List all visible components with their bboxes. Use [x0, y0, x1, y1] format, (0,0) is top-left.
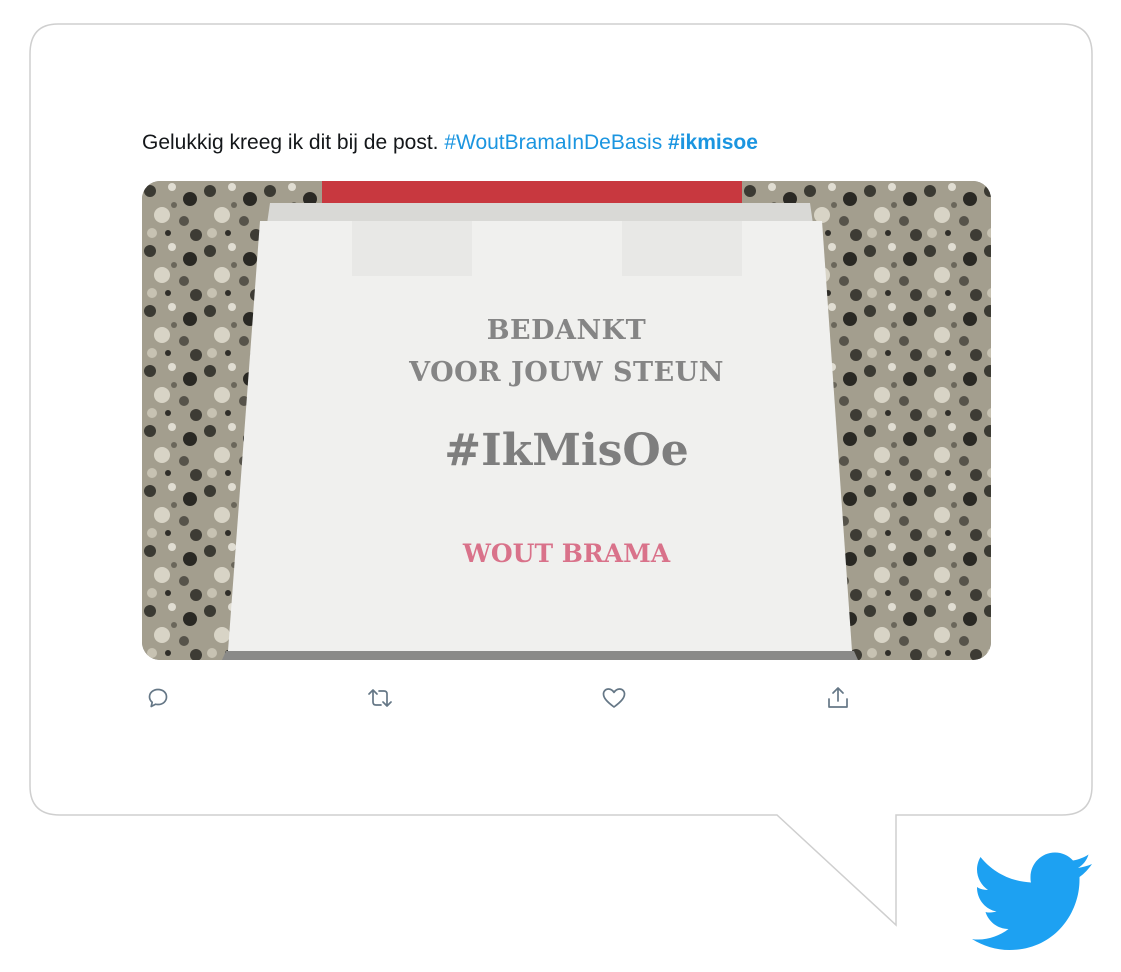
card-line-2: VOOR JOUW STEUN	[409, 357, 724, 388]
twitter-bird-icon	[972, 852, 1092, 950]
tweet-media-photo[interactable]: BEDANKT VOOR JOUW STEUN #IkMisOe WOUT BR…	[142, 181, 991, 660]
granite-background	[142, 181, 991, 660]
reply-icon	[148, 688, 168, 708]
reply-button[interactable]	[140, 680, 176, 716]
tweet-body: Gelukkig kreeg ik dit bij de post.	[142, 131, 439, 154]
tweet-text: Gelukkig kreeg ik dit bij de post. #Wout…	[142, 128, 1022, 158]
card-signature: WOUT BRAMA	[462, 539, 671, 568]
hashtag-link[interactable]: #WoutBramaInDeBasis	[444, 131, 662, 154]
retweet-button[interactable]	[362, 680, 398, 716]
share-button[interactable]	[820, 680, 856, 716]
share-icon	[828, 687, 848, 708]
card-line-1: BEDANKT	[486, 315, 647, 346]
tweet-actions	[0, 680, 1121, 720]
like-button[interactable]	[596, 680, 632, 716]
hashtag-link-bold[interactable]: #ikmisoe	[668, 131, 758, 154]
retweet-icon	[368, 689, 392, 707]
heart-icon	[602, 688, 626, 708]
card-hashtag: #IkMisOe	[444, 425, 689, 476]
